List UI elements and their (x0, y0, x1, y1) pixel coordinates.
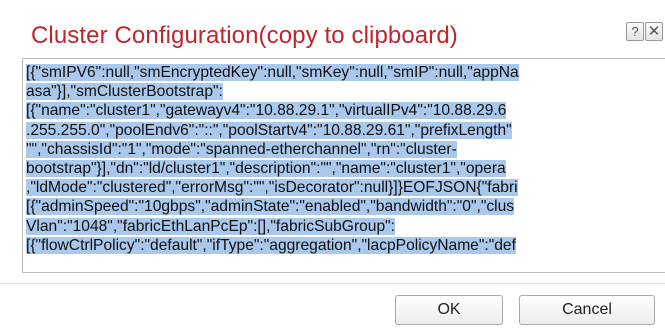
json-line-text: [{"adminSpeed":"10gbps","adminState":"en… (26, 198, 515, 216)
json-line: "","chassisId":"1","mode":"spanned-ether… (26, 140, 665, 159)
close-button[interactable]: ✕ (645, 22, 663, 41)
json-line: [{"flowCtrlPolicy":"default","ifType":"a… (26, 236, 665, 255)
json-text-content: [{"smIPV6":null,"smEncryptedKey":null,"s… (26, 63, 665, 271)
json-line: .255.255.0","poolEndv6":"::","poolStartv… (26, 121, 665, 140)
dialog-title: Cluster Configuration(copy to clipboard) (31, 22, 458, 49)
ok-button[interactable]: OK (395, 295, 503, 325)
json-line-text: "","chassisId":"1","mode":"spanned-ether… (26, 140, 457, 158)
json-line: asa"}],"smClusterBootstrap": (26, 82, 665, 101)
json-line-text: bootstrap"}],"dn":"ld/cluster1","descrip… (26, 159, 506, 177)
json-line-text: asa"}],"smClusterBootstrap": (26, 83, 223, 101)
json-line: Vlan":"1048","fabricEthLanPcEp":[],"fabr… (26, 217, 665, 236)
help-button[interactable]: ? (626, 22, 644, 41)
json-line: [{"adminSpeed":"10gbps","adminState":"en… (26, 197, 665, 216)
footer-divider (0, 283, 665, 284)
json-line-text: [{"smIPV6":null,"smEncryptedKey":null,"s… (26, 64, 519, 81)
close-icon: ✕ (647, 23, 661, 40)
json-line-text: [{"flowCtrlPolicy":"default","ifType":"a… (26, 236, 516, 254)
json-textarea[interactable]: [{"smIPV6":null,"smEncryptedKey":null,"s… (22, 58, 665, 273)
json-line-text: Vlan":"1048","fabricEthLanPcEp":[],"fabr… (26, 217, 396, 235)
json-line-text: [{"name":"cluster1","gatewayv4":"10.88.2… (26, 102, 507, 120)
json-line: bootstrap"}],"dn":"ld/cluster1","descrip… (26, 159, 665, 178)
help-icon: ? (631, 24, 639, 39)
cluster-configuration-dialog: Cluster Configuration(copy to clipboard)… (0, 0, 665, 335)
json-line: [{"smIPV6":null,"smEncryptedKey":null,"s… (26, 63, 665, 82)
json-line: ,"ldMode":"clustered","errorMsg":"","isD… (26, 178, 665, 197)
cancel-button[interactable]: Cancel (519, 295, 655, 325)
json-line-text: .255.255.0","poolEndv6":"::","poolStartv… (26, 121, 512, 139)
json-line-text: ,"ldMode":"clustered","errorMsg":"","isD… (26, 179, 518, 197)
json-line: [{"name":"cluster1","gatewayv4":"10.88.2… (26, 101, 665, 120)
